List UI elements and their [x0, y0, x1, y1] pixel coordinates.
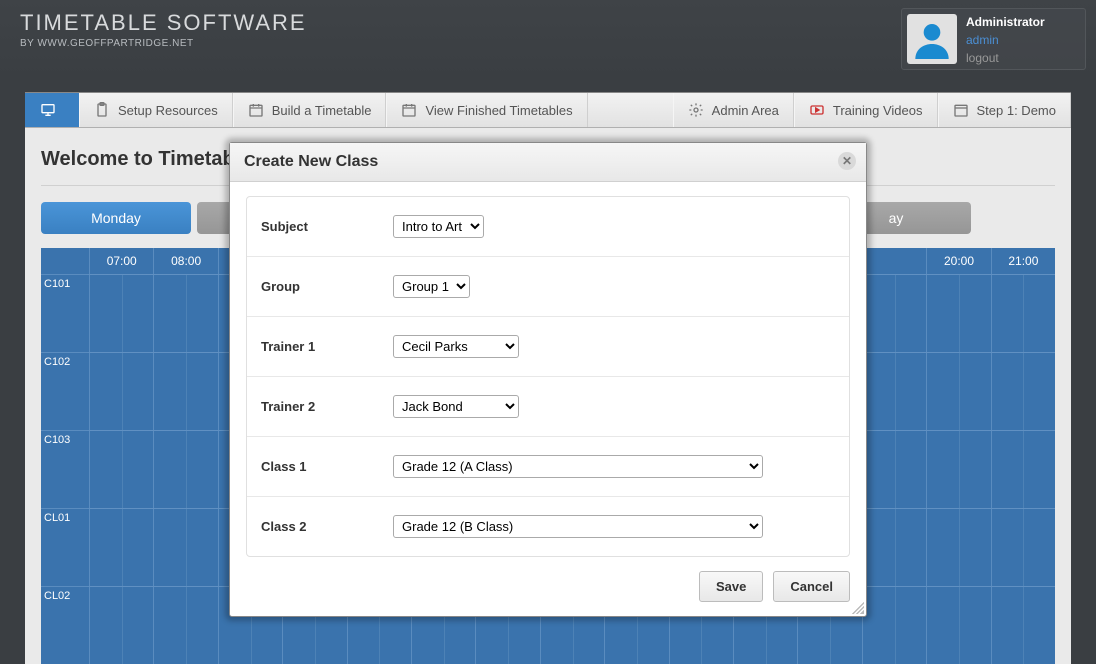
group-select[interactable]: Group 1 [393, 275, 470, 298]
trainer1-select[interactable]: Cecil Parks [393, 335, 519, 358]
modal-overlay: Create New Class ✕ Subject Intro to Art … [0, 0, 1096, 663]
form-row-class2: Class 2 Grade 12 (B Class) [247, 497, 849, 556]
trainer2-select[interactable]: Jack Bond [393, 395, 519, 418]
create-class-modal: Create New Class ✕ Subject Intro to Art … [229, 142, 867, 617]
cancel-button[interactable]: Cancel [773, 571, 850, 602]
form: Subject Intro to Art Group Group 1 Train… [246, 196, 850, 557]
group-label: Group [261, 279, 393, 294]
subject-select[interactable]: Intro to Art [393, 215, 484, 238]
save-button[interactable]: Save [699, 571, 763, 602]
close-icon[interactable]: ✕ [838, 152, 856, 170]
class2-label: Class 2 [261, 519, 393, 534]
form-row-class1: Class 1 Grade 12 (A Class) [247, 437, 849, 497]
form-row-trainer2: Trainer 2 Jack Bond [247, 377, 849, 437]
resize-handle[interactable] [852, 602, 864, 614]
form-row-group: Group Group 1 [247, 257, 849, 317]
trainer1-label: Trainer 1 [261, 339, 393, 354]
class1-select[interactable]: Grade 12 (A Class) [393, 455, 763, 478]
trainer2-label: Trainer 2 [261, 399, 393, 414]
modal-footer: Save Cancel [230, 557, 866, 616]
subject-label: Subject [261, 219, 393, 234]
modal-title-text: Create New Class [244, 153, 378, 170]
class2-select[interactable]: Grade 12 (B Class) [393, 515, 763, 538]
form-row-trainer1: Trainer 1 Cecil Parks [247, 317, 849, 377]
form-row-subject: Subject Intro to Art [247, 197, 849, 257]
modal-body: Subject Intro to Art Group Group 1 Train… [230, 182, 866, 557]
class1-label: Class 1 [261, 459, 393, 474]
modal-title: Create New Class ✕ [230, 143, 866, 182]
